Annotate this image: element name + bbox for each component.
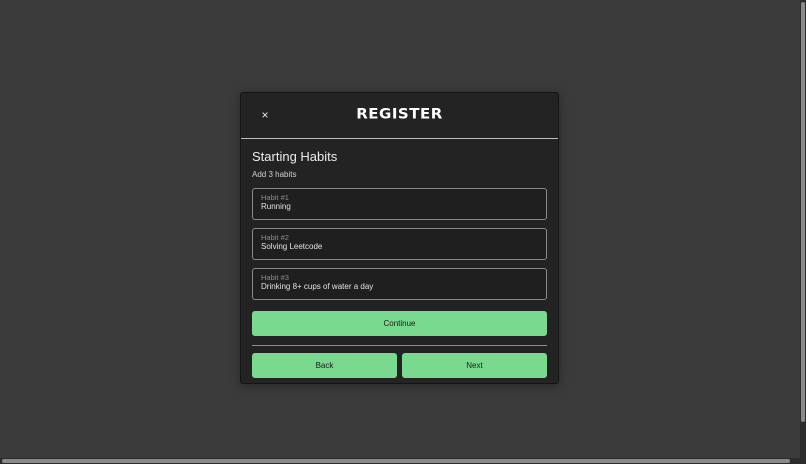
habit-3-value: Drinking 8+ cups of water a day bbox=[261, 282, 374, 291]
vertical-scrollbar-thumb[interactable] bbox=[801, 2, 805, 422]
register-logo: REGISTER bbox=[356, 105, 443, 123]
habit-1-field[interactable]: Habit #1 Running bbox=[252, 188, 547, 220]
habit-1-value: Running bbox=[261, 202, 291, 211]
continue-button[interactable]: Continue bbox=[252, 311, 547, 336]
habit-3-field[interactable]: Habit #3 Drinking 8+ cups of water a day bbox=[252, 268, 547, 300]
modal-body: Starting Habits Add 3 habits Habit #1 Ru… bbox=[241, 148, 558, 378]
page-title: Starting Habits bbox=[252, 149, 338, 164]
back-button[interactable]: Back bbox=[252, 353, 397, 378]
horizontal-scrollbar-thumb[interactable] bbox=[2, 459, 790, 463]
register-modal: × REGISTER Starting Habits Add 3 habits … bbox=[240, 92, 559, 384]
horizontal-scrollbar[interactable] bbox=[0, 458, 806, 464]
modal-header: × REGISTER bbox=[241, 93, 558, 139]
divider bbox=[252, 345, 547, 346]
habit-1-label: Habit #1 bbox=[261, 193, 289, 202]
page-backdrop: × REGISTER Starting Habits Add 3 habits … bbox=[0, 0, 806, 464]
next-button[interactable]: Next bbox=[402, 353, 547, 378]
vertical-scrollbar[interactable] bbox=[800, 0, 806, 458]
habit-2-field[interactable]: Habit #2 Solving Leetcode bbox=[252, 228, 547, 260]
habit-3-label: Habit #3 bbox=[261, 273, 289, 282]
habit-2-label: Habit #2 bbox=[261, 233, 289, 242]
page-subtitle: Add 3 habits bbox=[252, 170, 297, 179]
habit-2-value: Solving Leetcode bbox=[261, 242, 323, 251]
nav-row: Back Next bbox=[252, 353, 547, 378]
